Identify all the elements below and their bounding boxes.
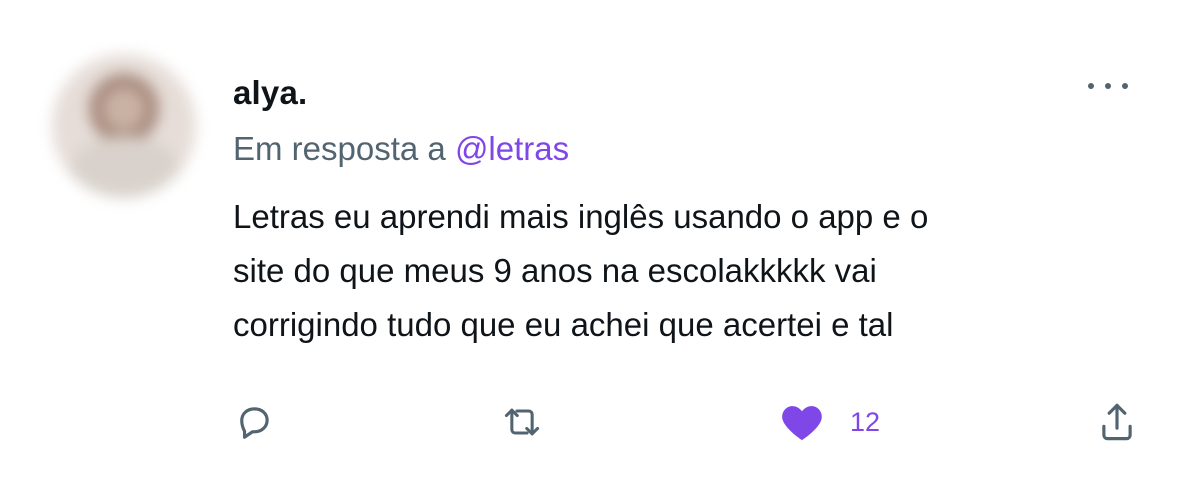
- tweet-card: alya. Em resposta a @letras Letras eu ap…: [0, 0, 1200, 500]
- tweet-text-line: Letras eu aprendi mais inglês usando o a…: [233, 198, 929, 235]
- reply-prefix: Em resposta a: [233, 130, 446, 167]
- tweet-text: Letras eu aprendi mais inglês usando o a…: [233, 190, 1133, 352]
- tweet-actions: 12: [0, 400, 1200, 450]
- reply-context: Em resposta a @letras: [233, 130, 569, 168]
- like-button[interactable]: 12: [780, 400, 880, 444]
- more-dot: [1122, 83, 1128, 89]
- reply-icon: [232, 400, 276, 444]
- retweet-icon: [500, 400, 544, 444]
- more-options-icon[interactable]: [1088, 74, 1128, 98]
- more-dot: [1105, 83, 1111, 89]
- heart-icon: [780, 400, 824, 444]
- like-count: 12: [850, 406, 881, 437]
- more-dot: [1088, 83, 1094, 89]
- tweet-text-line: site do que meus 9 anos na escolakkkkk v…: [233, 252, 877, 289]
- reply-button[interactable]: [232, 400, 276, 444]
- avatar[interactable]: [52, 54, 196, 198]
- reply-mention-link[interactable]: @letras: [455, 130, 569, 167]
- share-button[interactable]: [1095, 400, 1139, 444]
- tweet-text-line: corrigindo tudo que eu achei que acertei…: [233, 306, 894, 343]
- share-icon: [1095, 400, 1139, 444]
- author-name[interactable]: alya.: [233, 74, 307, 112]
- retweet-button[interactable]: [500, 400, 544, 444]
